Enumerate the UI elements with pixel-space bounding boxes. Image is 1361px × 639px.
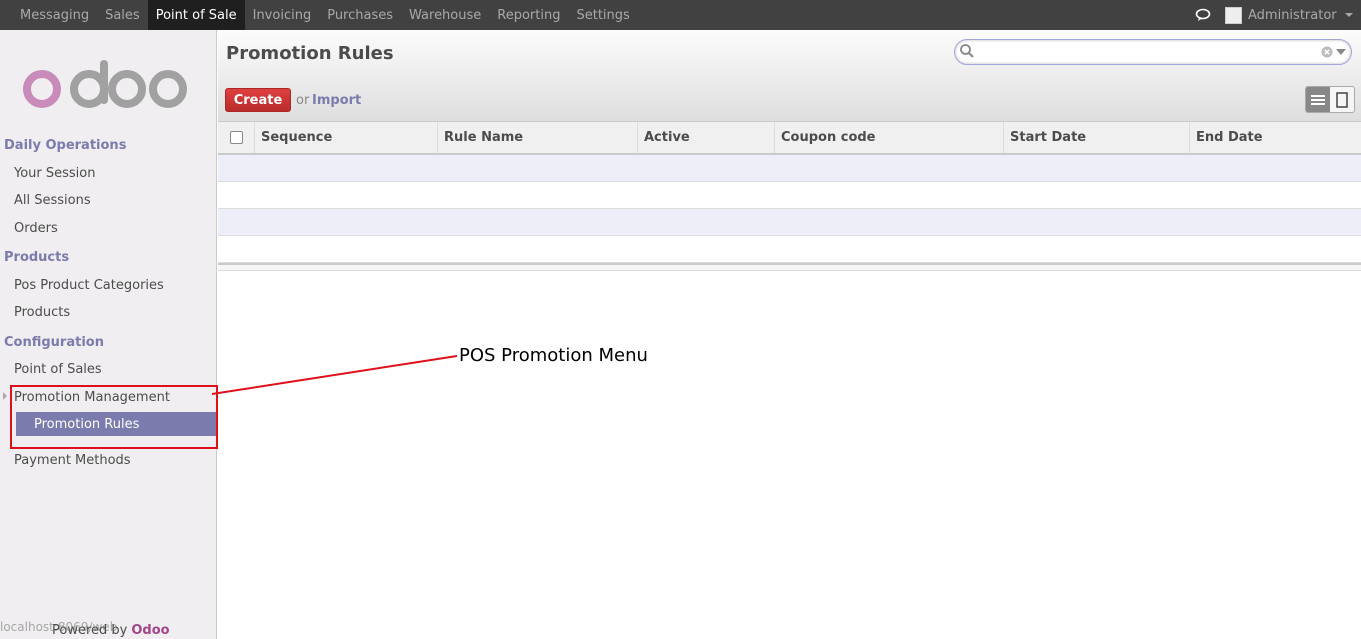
chat-icon[interactable] (1195, 8, 1211, 22)
search-input[interactable] (977, 43, 1317, 61)
list-view-button[interactable] (1306, 87, 1330, 112)
menu-reporting[interactable]: Reporting (489, 0, 568, 30)
column-coupon-code[interactable]: Coupon code (774, 122, 1003, 153)
select-all-checkbox[interactable] (229, 131, 243, 144)
column-start-date[interactable]: Start Date (1003, 122, 1189, 153)
table-row (218, 155, 1361, 182)
top-menu: Messaging Sales Point of Sale Invoicing … (12, 0, 638, 30)
sidebar-item-products[interactable]: Products (14, 305, 70, 320)
table-header: Sequence Rule Name Active Coupon code St… (218, 122, 1361, 155)
column-sequence[interactable]: Sequence (254, 122, 437, 153)
import-link[interactable]: Import (312, 93, 361, 108)
menu-point-of-sale[interactable]: Point of Sale (147, 0, 245, 30)
sidebar-item-orders[interactable]: Orders (14, 221, 58, 236)
list-icon (1311, 94, 1325, 105)
select-all-cell (218, 122, 254, 153)
sidebar: Daily Operations Your Session All Sessio… (0, 30, 217, 639)
section-daily-operations: Daily Operations (4, 138, 127, 153)
clear-icon[interactable] (1321, 46, 1333, 58)
search-icon (960, 44, 974, 58)
menu-invoicing[interactable]: Invoicing (245, 0, 320, 30)
form-view-button[interactable] (1330, 87, 1354, 112)
top-navbar: Messaging Sales Point of Sale Invoicing … (0, 0, 1361, 30)
powered-by: Powered by Odoo (52, 623, 170, 638)
annotation-label: POS Promotion Menu (459, 345, 648, 366)
column-end-date[interactable]: End Date (1189, 122, 1361, 153)
form-icon (1336, 91, 1348, 108)
annotation-highlight-box (10, 385, 218, 449)
table-row (218, 236, 1361, 263)
list-view-table: Sequence Rule Name Active Coupon code St… (218, 122, 1361, 271)
menu-warehouse[interactable]: Warehouse (401, 0, 489, 30)
powered-by-text: Powered by (52, 623, 128, 638)
section-configuration: Configuration (4, 335, 104, 350)
control-panel: Promotion Rules Create or Import (218, 30, 1361, 122)
odoo-link[interactable]: Odoo (131, 623, 169, 638)
menu-purchases[interactable]: Purchases (319, 0, 401, 30)
avatar (1225, 6, 1242, 24)
menu-messaging[interactable]: Messaging (12, 0, 97, 30)
section-products: Products (4, 250, 70, 265)
create-button[interactable]: Create (225, 88, 291, 112)
column-active[interactable]: Active (637, 122, 774, 153)
sidebar-item-your-session[interactable]: Your Session (14, 166, 96, 181)
sidebar-item-payment-methods[interactable]: Payment Methods (14, 453, 131, 468)
menu-settings[interactable]: Settings (568, 0, 637, 30)
search-options-icon[interactable] (1336, 49, 1346, 55)
sidebar-item-pos-product-categories[interactable]: Pos Product Categories (14, 278, 164, 293)
view-switcher (1305, 86, 1355, 113)
menu-sales[interactable]: Sales (97, 0, 148, 30)
search-box[interactable] (954, 39, 1352, 65)
sidebar-item-all-sessions[interactable]: All Sessions (14, 193, 91, 208)
table-footer (218, 263, 1361, 271)
chevron-down-icon (1344, 13, 1353, 17)
expand-arrow-icon[interactable] (3, 392, 7, 400)
page-title: Promotion Rules (226, 43, 394, 64)
table-row (218, 182, 1361, 209)
table-row (218, 209, 1361, 236)
user-name: Administrator (1248, 7, 1337, 23)
sidebar-item-point-of-sales[interactable]: Point of Sales (14, 362, 102, 377)
column-rule-name[interactable]: Rule Name (437, 122, 637, 153)
or-text: or (296, 93, 310, 108)
odoo-logo[interactable] (22, 58, 192, 118)
user-menu[interactable]: Administrator (1225, 5, 1353, 25)
